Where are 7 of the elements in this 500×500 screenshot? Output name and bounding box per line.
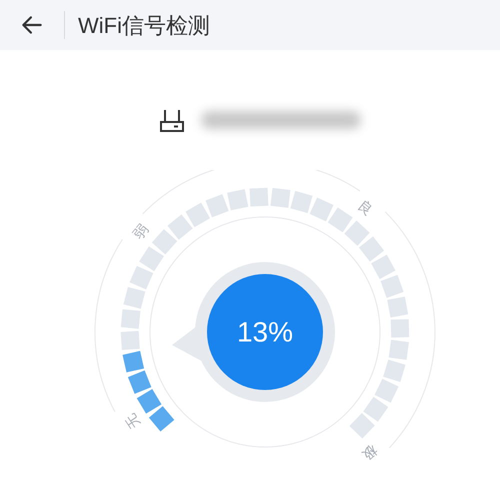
scale-label: 弱 <box>130 220 152 242</box>
signal-reading: 13% <box>236 316 294 348</box>
page-title: WiFi信号检测 <box>78 12 210 40</box>
scale-label: 良 <box>355 197 376 218</box>
scale-label: 无 <box>122 411 143 432</box>
router-icon <box>159 107 185 133</box>
scale-label: 极 <box>359 442 380 464</box>
